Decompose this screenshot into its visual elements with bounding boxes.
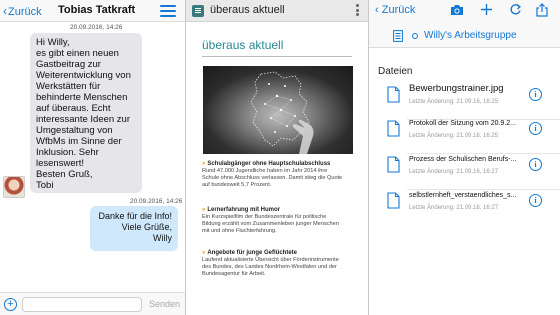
news-body-line: des Bundes, des Landes Nordrhein-Westfal…	[202, 264, 337, 270]
back-button[interactable]: ‹ Zurück	[375, 4, 415, 16]
group-status-icon	[412, 33, 418, 39]
news-item[interactable]: » Lernerfahrung mit Humor Ein Kurzspielfi…	[202, 206, 352, 235]
news-title: Lernerfahrung mit Humor	[207, 207, 281, 213]
section-title: Dateien	[378, 66, 413, 77]
germany-map-image	[203, 66, 353, 154]
file-icon	[387, 86, 400, 103]
info-icon[interactable]: i	[529, 158, 542, 171]
camera-icon[interactable]	[450, 4, 464, 16]
incoming-message-bubble: Hi Willy, es gibt einen neuen Gastbeitra…	[30, 33, 142, 193]
news-body-line: Bundesagentur für Arbeit.	[202, 271, 266, 277]
message-line: Gastbeitrag zur	[36, 59, 101, 70]
file-icon	[387, 192, 400, 209]
news-body-line: Bildung erzählt vom Zusammenleben junger…	[202, 221, 339, 227]
outgoing-message-bubble: Danke für die Info! Viele Grüße, Willy	[90, 206, 178, 251]
back-label: Zurück	[381, 4, 416, 16]
chat-header: ‹Zurück Tobias Tatkraft	[0, 0, 185, 22]
message-line: Willy	[153, 233, 172, 243]
news-title: Angebote für junge Geflüchtete	[207, 250, 298, 256]
file-date: Letzte Änderung: 21.09.16, 16:25	[409, 133, 499, 139]
message-line: es gibt einen neuen	[36, 48, 119, 59]
message-line: WfbMs im Sinne der	[36, 136, 122, 147]
menu-icon[interactable]	[160, 5, 176, 17]
message-input[interactable]	[22, 297, 142, 312]
message-line: Danke für die Info!	[98, 211, 172, 221]
arrow-icon: »	[202, 207, 206, 213]
file-date: Letzte Änderung: 21.09.16, 16:27	[409, 169, 499, 175]
info-icon[interactable]: i	[529, 194, 542, 207]
app-icon	[192, 5, 204, 17]
file-name: Prozess der Schulischen Berufs-...	[409, 156, 517, 163]
message-line: Besten Gruß,	[36, 169, 93, 180]
files-screen: ‹ Zurück Willy's Arbeitsgruppe Dateien B…	[369, 0, 560, 315]
list-item[interactable]: selbstlernheft_verstaendliches_s... Letz…	[369, 186, 560, 226]
send-button[interactable]: Senden	[149, 299, 180, 309]
chat-title: Tobias Tatkraft	[58, 4, 136, 16]
news-body-line: Schule ohne Abschluss verlassen. Damit s…	[202, 175, 343, 181]
message-line: Weiterentwicklung von	[36, 70, 131, 81]
news-item[interactable]: » Angebote für junge Geflüchtete Laufend …	[202, 249, 352, 278]
chevron-left-icon: ‹	[375, 4, 379, 16]
news-body-line: Rund 47.000 Jugendliche haben im Jahr 20…	[202, 168, 328, 174]
avatar	[3, 176, 25, 198]
message-line: Inklusion. Sehr	[36, 147, 99, 158]
arrow-icon: »	[202, 161, 206, 167]
group-name[interactable]: Willy's Arbeitsgruppe	[424, 30, 517, 41]
file-name: Protokoll der Sitzung vom 20.9.2...	[409, 120, 516, 127]
news-item[interactable]: » Schulabgänger ohne Hauptschulabschluss …	[202, 160, 352, 189]
file-icon	[387, 156, 400, 173]
share-icon[interactable]	[535, 3, 549, 17]
add-attachment-icon[interactable]: +	[4, 298, 17, 311]
chevron-left-icon: ‹	[3, 4, 7, 18]
outgoing-timestamp: 20.09.2016, 14:26	[130, 198, 183, 205]
news-title: Schulabgänger ohne Hauptschulabschluss	[207, 161, 331, 167]
app-title: überaus aktuell	[210, 4, 285, 16]
message-line: interessante Ideen zur	[36, 114, 131, 125]
file-date: Letzte Änderung: 21.09.16, 16:27	[409, 205, 499, 211]
message-line: Werkstätten für	[36, 81, 101, 92]
heading-rule	[202, 56, 352, 57]
document-list-icon	[393, 30, 403, 42]
message-line: Viele Grüße,	[121, 222, 172, 232]
list-item[interactable]: Protokoll der Sitzung vom 20.9.2... Letz…	[369, 114, 560, 154]
arrow-icon: »	[202, 250, 206, 256]
news-body-line: auf bundesweit 5,7 Prozent.	[202, 182, 272, 188]
message-line: Hi Willy,	[36, 37, 70, 48]
message-line: behinderte Menschen	[36, 92, 128, 103]
message-line: auf überaus. Echt	[36, 103, 111, 114]
back-label: Zurück	[8, 6, 42, 18]
file-icon	[387, 120, 400, 137]
news-card: überaus aktuell » Schulabgänger ohne Hau…	[186, 22, 368, 315]
refresh-icon[interactable]	[509, 3, 522, 16]
file-date: Letzte Änderung: 21.09.16, 16:25	[409, 99, 499, 105]
news-header: überaus aktuell	[186, 0, 368, 22]
info-icon[interactable]: i	[529, 122, 542, 135]
back-button[interactable]: ‹Zurück	[3, 4, 42, 18]
news-screen: überaus aktuell überaus aktuell » Schula…	[186, 0, 368, 315]
group-bar: Willy's Arbeitsgruppe	[369, 22, 560, 48]
more-options-icon[interactable]	[356, 4, 360, 18]
news-body-line: Ein Kurzspielfilm der Bundeszentrale für…	[202, 214, 327, 220]
file-name: selbstlernheft_verstaendliches_s...	[409, 192, 517, 199]
files-header: ‹ Zurück	[369, 0, 560, 22]
news-body-line: mit und ohne Fluchterfahrung.	[202, 228, 277, 234]
info-icon[interactable]: i	[529, 88, 542, 101]
message-line: Umgestaltung von	[36, 125, 113, 136]
file-name: Bewerbungstrainer.jpg	[409, 83, 504, 94]
news-body-line: Laufend aktualisierte Übersicht über För…	[202, 257, 339, 263]
chat-screen: ‹Zurück Tobias Tatkraft 20.09.2016, 14:2…	[0, 0, 185, 315]
compose-bar: + Senden	[0, 292, 185, 315]
incoming-timestamp: 20.09.2016, 14:26	[70, 24, 123, 31]
add-icon[interactable]	[480, 3, 493, 16]
message-line: Tobi	[36, 180, 54, 191]
news-heading: überaus aktuell	[202, 38, 284, 52]
list-item[interactable]: Prozess der Schulischen Berufs-... Letzt…	[369, 150, 560, 190]
message-line: lesenswert!	[36, 158, 85, 169]
